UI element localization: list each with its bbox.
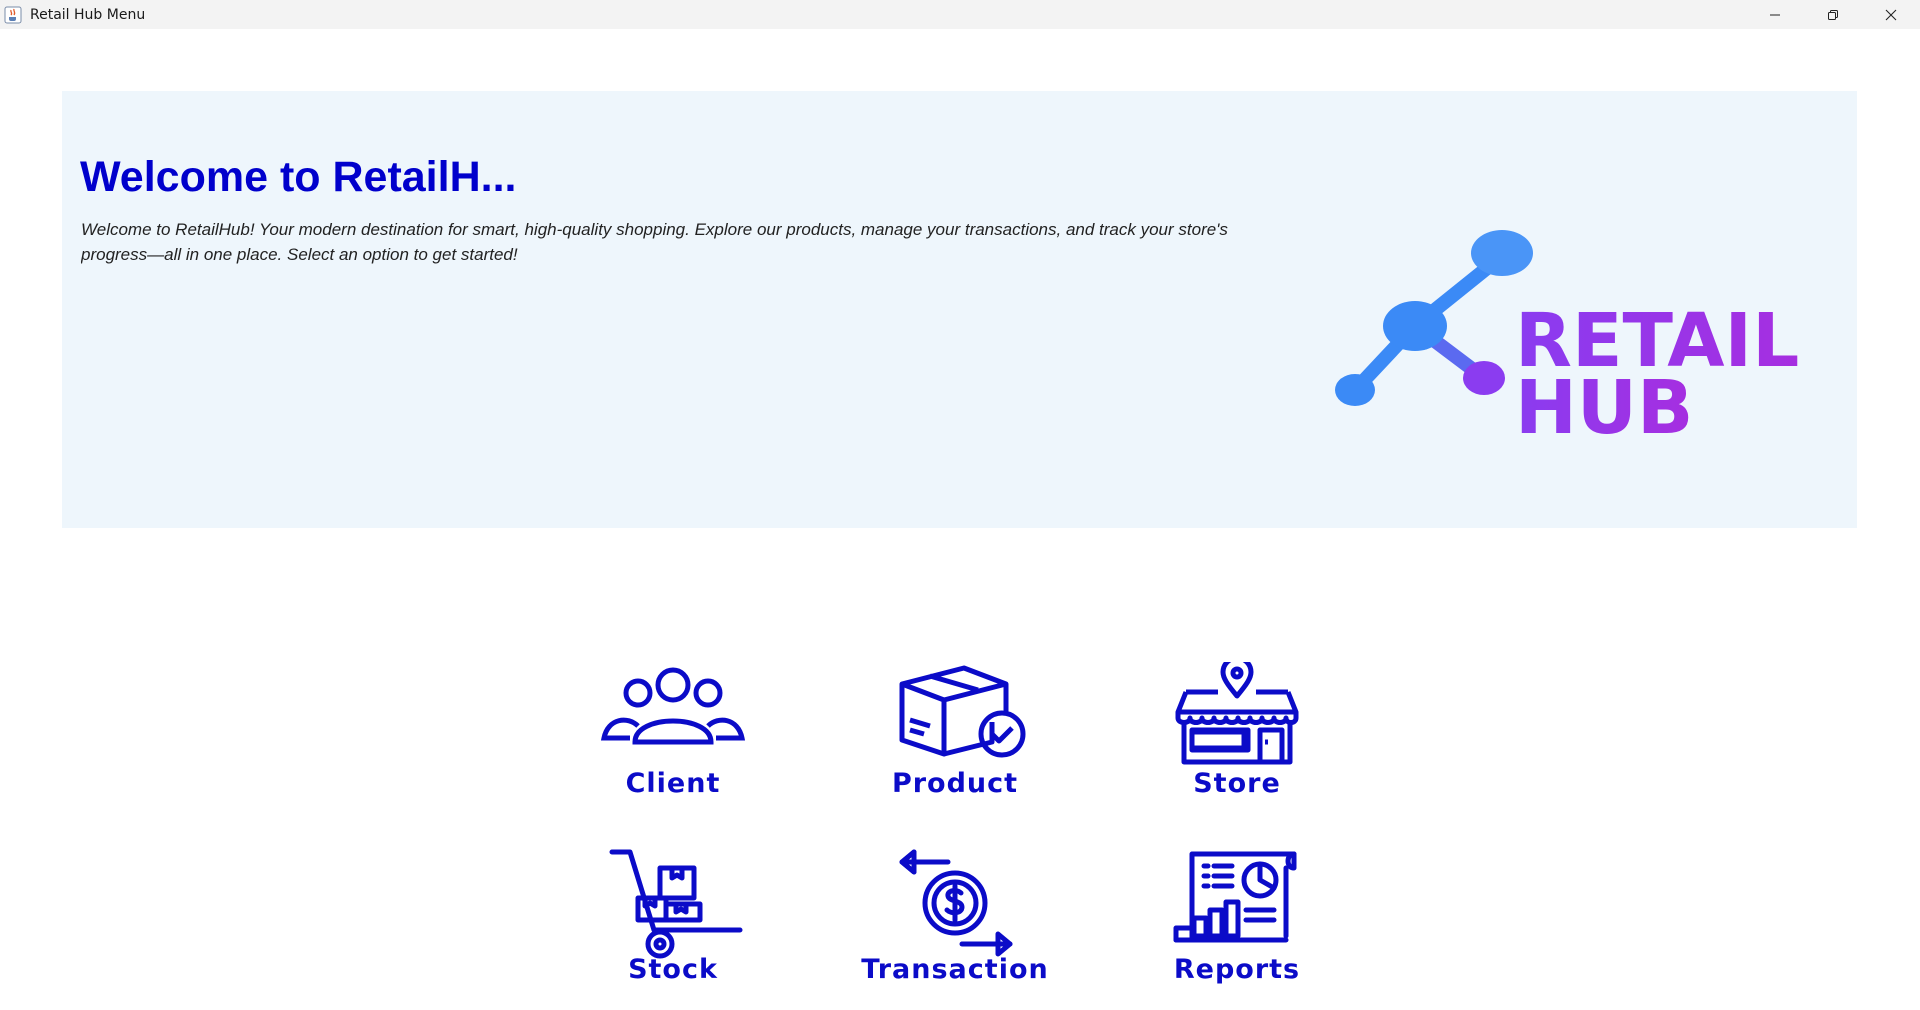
restore-icon <box>1828 9 1838 20</box>
page-title: Welcome to RetailH... <box>80 153 517 201</box>
stock-button[interactable]: Stock <box>588 848 758 998</box>
package-check-icon <box>899 665 1026 758</box>
title-bar[interactable]: Retail Hub Menu <box>0 0 1920 29</box>
users-icon <box>600 667 746 745</box>
window-title: Retail Hub Menu <box>30 6 146 23</box>
stock-label: Stock <box>628 954 718 985</box>
hand-truck-icon <box>609 849 743 959</box>
window-controls <box>1746 0 1920 29</box>
retail-hub-logo: RETAIL HUB <box>1335 230 1799 451</box>
client-button[interactable]: Client <box>588 662 758 812</box>
welcome-panel: Welcome to RetailH... Welcome to RetailH… <box>62 91 1857 528</box>
client-label: Client <box>625 768 721 799</box>
store-label: Store <box>1193 768 1281 799</box>
reports-button[interactable]: Reports <box>1152 848 1322 998</box>
logo-line-2: HUB <box>1515 365 1693 451</box>
minimize-icon <box>1770 14 1780 15</box>
java-cup-icon <box>4 6 22 24</box>
product-label: Product <box>891 768 1019 799</box>
storefront-icon <box>1175 662 1299 765</box>
store-button[interactable]: Store <box>1152 662 1322 812</box>
minimize-button[interactable] <box>1746 0 1804 29</box>
close-icon <box>1885 9 1897 20</box>
reports-label: Reports <box>1173 954 1301 985</box>
restore-button[interactable] <box>1804 0 1862 29</box>
report-icon <box>1173 851 1297 943</box>
close-button[interactable] <box>1862 0 1920 29</box>
app-window: Retail Hub Menu Welcome to RetailH... We… <box>0 0 1920 1010</box>
product-button[interactable]: Product <box>870 662 1040 812</box>
transaction-label: Transaction <box>861 954 1049 985</box>
welcome-description: Welcome to RetailHub! Your modern destin… <box>81 220 1228 264</box>
transaction-button[interactable]: Transaction <box>850 848 1060 998</box>
money-exchange-icon <box>899 849 1013 957</box>
